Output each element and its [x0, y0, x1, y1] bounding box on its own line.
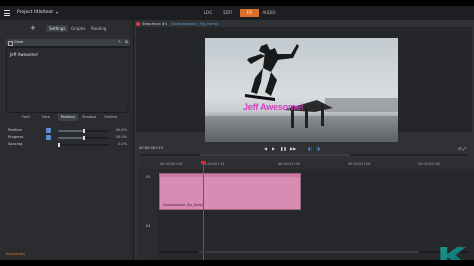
subtab-settings[interactable]: Settings: [46, 25, 69, 32]
tab-fx[interactable]: FX: [240, 9, 259, 17]
text-scrollbar[interactable]: [127, 47, 130, 111]
tab-edit[interactable]: EDIT: [218, 9, 238, 17]
effects-panel: + Settings Graphs Routing Clear ✎ ⚙ Jeff…: [0, 20, 134, 260]
track-label[interactable]: V1: [146, 175, 151, 179]
ruler-tick: 00:00:00+00: [160, 162, 183, 166]
watermark-logo: [437, 245, 471, 260]
param-spacing: Spacing 0.0%: [6, 142, 130, 148]
menu-icon[interactable]: [4, 10, 10, 16]
skater-silhouette: [245, 44, 333, 128]
tab-face[interactable]: Face: [42, 115, 50, 119]
chevron-down-icon[interactable]: ▾: [56, 10, 58, 15]
tab-font[interactable]: Font: [22, 115, 30, 119]
mark-in-icon[interactable]: ◧: [308, 146, 312, 151]
sequence-header: Sequence #1 (Skateboarder_flip_temp): [136, 21, 219, 26]
timeline-panel: 00:00:00+00 00:00:00+13 00:00:01+00 00:0…: [138, 161, 474, 260]
param-value[interactable]: 0.0%: [118, 142, 127, 146]
edit-icon[interactable]: ✎: [118, 39, 121, 46]
play-icon[interactable]: ▶: [272, 146, 275, 151]
filter-header[interactable]: Clear ✎ ⚙: [6, 39, 130, 47]
menu-bar: Project title/text ▾ LOG EDIT FX AUDIO: [0, 6, 474, 20]
timeline-ruler[interactable]: 00:00:00+00 00:00:00+13 00:00:01+00 00:0…: [138, 161, 474, 169]
ruler-tick: 00:00:02+00: [418, 162, 441, 166]
timeline-scrollbar[interactable]: [159, 251, 469, 253]
param-label: Progress: [8, 135, 24, 139]
param-position: Position 50.0%: [6, 128, 130, 134]
param-label: Spacing: [8, 142, 23, 146]
subtab-routing[interactable]: Routing: [91, 26, 106, 31]
text-input[interactable]: Jeff Awesome!: [6, 47, 128, 113]
app-window: Project title/text ▾ LOG EDIT FX AUDIO +…: [0, 6, 474, 260]
effects-toolbar: + Settings Graphs Routing: [4, 24, 129, 34]
tab-shadow[interactable]: Shadow: [82, 115, 96, 119]
clip-top-bar: [160, 174, 300, 177]
mark-out-icon[interactable]: ◨: [316, 146, 320, 151]
param-value[interactable]: 50.0%: [116, 128, 127, 132]
filter-checkbox[interactable]: [8, 41, 13, 46]
project-title[interactable]: Project title/text: [17, 10, 53, 15]
letterbox-bottom: [0, 260, 474, 266]
spacing-slider[interactable]: [58, 143, 110, 147]
pause-icon[interactable]: ❚❚: [280, 146, 287, 151]
safe-area-icon[interactable]: ⊡: [458, 146, 461, 151]
text-input-value: Jeff Awesome!: [10, 52, 39, 57]
param-label: Position: [8, 128, 22, 132]
add-effect-icon[interactable]: +: [30, 25, 36, 32]
param-progress: Progress 50.0%: [6, 135, 130, 141]
param-value[interactable]: 50.0%: [116, 135, 127, 139]
next-frame-icon[interactable]: ▶▶: [290, 146, 296, 151]
tab-log[interactable]: LOG: [198, 9, 218, 17]
clip-label: (Skateboarder_flip_temp): [163, 203, 204, 207]
tab-position[interactable]: Position: [58, 114, 78, 121]
viewer-timecode[interactable]: 00:00:00+13: [139, 146, 163, 150]
viewer-scrollbar[interactable]: [140, 154, 468, 156]
playhead[interactable]: [203, 161, 204, 260]
timeline-clip[interactable]: (Skateboarder_flip_temp): [159, 173, 301, 210]
title-overlay[interactable]: Jeff Awesome!: [243, 102, 304, 112]
video-preview[interactable]: Jeff Awesome!: [205, 38, 398, 142]
keyframe-icon[interactable]: [46, 135, 51, 140]
playhead-handle[interactable]: [201, 161, 206, 164]
prev-frame-icon[interactable]: ◀: [264, 146, 267, 151]
ruler-tick: 00:00:01+00: [278, 162, 301, 166]
tab-outline[interactable]: Outline: [104, 115, 117, 119]
subtab-graphs[interactable]: Graphs: [71, 26, 85, 31]
text-settings-tabs: Font Face Position Shadow Outline: [6, 114, 130, 122]
position-slider[interactable]: [58, 129, 110, 133]
sequence-name: Sequence #1: [142, 21, 168, 26]
track-label[interactable]: A1: [146, 224, 151, 228]
keyframes-label: Keyframes: [6, 252, 26, 256]
viewer-tools: ⊡ ⤢: [458, 146, 466, 151]
filter-name: Clear: [14, 40, 24, 44]
gear-icon[interactable]: ⚙: [125, 39, 128, 46]
keyframe-icon[interactable]: [46, 128, 51, 133]
progress-slider[interactable]: [58, 136, 110, 140]
ruler-tick: 00:00:01+08: [348, 162, 371, 166]
video-frame: Project title/text ▾ LOG EDIT FX AUDIO +…: [0, 0, 474, 266]
record-icon: [136, 22, 140, 26]
track-headers: V1 A1: [138, 169, 158, 260]
zoom-icon[interactable]: ⤢: [463, 146, 466, 151]
clip-name[interactable]: (Skateboarder_flip_temp): [171, 21, 219, 26]
tab-audio[interactable]: AUDIO: [259, 9, 279, 17]
